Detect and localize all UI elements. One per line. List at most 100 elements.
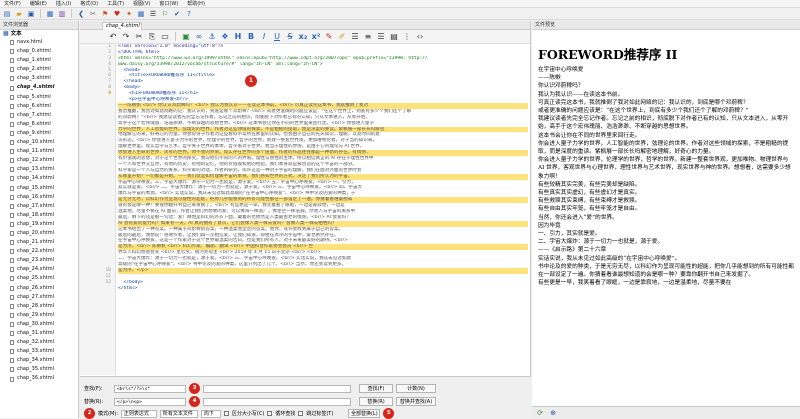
- anchor-icon[interactable]: ⚓: [207, 32, 217, 42]
- file-item[interactable]: chap_5.xhtml: [0, 93, 78, 102]
- underline-icon[interactable]: U: [272, 32, 282, 42]
- zoom-icon[interactable]: ⊕: [548, 408, 558, 418]
- file-item[interactable]: chap_7.xhtml: [0, 111, 78, 120]
- menu-item[interactable]: 帮助(H): [187, 0, 205, 7]
- refresh-icon[interactable]: ⟳: [535, 408, 545, 418]
- menu-item[interactable]: 窗口(W): [159, 0, 178, 7]
- file-item[interactable]: chap_29.xhtml: [0, 311, 78, 320]
- file-item[interactable]: chap_35.xhtml: [0, 365, 78, 374]
- split-icon[interactable]: ❖: [220, 32, 230, 42]
- align-center-icon[interactable]: ≡: [363, 32, 373, 42]
- file-item[interactable]: chap_9.xhtml: [0, 129, 78, 138]
- subscript-icon[interactable]: x₂: [298, 32, 308, 42]
- replace-find-button[interactable]: 替换并查找(A): [396, 397, 436, 406]
- file-item[interactable]: chap_23.xhtml: [0, 256, 78, 265]
- file-item[interactable]: chap_36.xhtml: [0, 374, 78, 383]
- help-icon[interactable]: ?: [184, 9, 194, 19]
- link-icon[interactable]: ∞: [194, 32, 204, 42]
- align-left-icon[interactable]: ☰: [350, 32, 360, 42]
- bookmark-icon[interactable]: ⚐: [160, 9, 170, 19]
- file-item[interactable]: chap_27.xhtml: [0, 293, 78, 302]
- cut-icon[interactable]: ✂: [134, 32, 144, 42]
- flag-icon[interactable]: ⚑: [100, 9, 110, 19]
- back-icon[interactable]: ❮: [76, 9, 86, 19]
- add-file-icon[interactable]: ▦: [45, 9, 55, 19]
- scope-select[interactable]: 所有文本文件: [159, 409, 198, 418]
- file-item[interactable]: chap_30.xhtml: [0, 320, 78, 329]
- replace-button[interactable]: 替换(R): [359, 397, 393, 406]
- replace-input[interactable]: </p>\n<p>: [114, 397, 186, 406]
- file-item[interactable]: chap_2.xhtml: [0, 65, 78, 74]
- file-item[interactable]: chap_31.xhtml: [0, 329, 78, 338]
- file-item[interactable]: chap_10.xhtml: [0, 138, 78, 147]
- file-item[interactable]: chap_0.xhtml: [0, 47, 78, 56]
- wrench-icon[interactable]: ✦: [124, 9, 134, 19]
- file-item[interactable]: chap_19.xhtml: [0, 220, 78, 229]
- file-item[interactable]: chap_4.xhtml: [0, 83, 78, 92]
- strike-icon[interactable]: S: [285, 32, 295, 42]
- count-button[interactable]: 计数(N): [396, 384, 436, 393]
- menu-item[interactable]: 插入(I): [56, 0, 71, 7]
- code-area[interactable]: 1 2 3 4 5 6 7 8 9 10 11 12 <?xml version="1.0" enco…: [80, 44, 530, 375]
- file-item[interactable]: chap_34.xhtml: [0, 356, 78, 365]
- brush-icon[interactable]: ✐: [337, 32, 347, 42]
- undo-icon[interactable]: ↶: [108, 32, 118, 42]
- superscript-icon[interactable]: x²: [311, 32, 321, 42]
- file-item[interactable]: chap_8.xhtml: [0, 120, 78, 129]
- find-input[interactable]: <br\s*/?>\s*: [114, 384, 186, 393]
- save-icon[interactable]: ▣: [26, 9, 36, 19]
- file-item[interactable]: chap_17.xhtml: [0, 202, 78, 211]
- file-item[interactable]: chap_22.xhtml: [0, 247, 78, 256]
- file-item[interactable]: chap_15.xhtml: [0, 184, 78, 193]
- book-icon[interactable]: ▥: [57, 9, 67, 19]
- menu-item[interactable]: 视图(V): [133, 0, 150, 7]
- file-item[interactable]: chap_14.xhtml: [0, 174, 78, 183]
- replace-history[interactable]: [203, 397, 351, 406]
- open-folder-icon[interactable]: ▰: [14, 9, 24, 19]
- file-item[interactable]: chap_26.xhtml: [0, 284, 78, 293]
- new-file-icon[interactable]: ▤: [2, 9, 12, 19]
- paste-icon[interactable]: ▭: [160, 32, 170, 42]
- find-history[interactable]: [203, 384, 351, 393]
- color-icon[interactable]: ✎: [324, 32, 334, 42]
- file-item[interactable]: chap_25.xhtml: [0, 274, 78, 283]
- file-item[interactable]: chap_11.xhtml: [0, 147, 78, 156]
- menu-item[interactable]: 编辑(E): [30, 0, 47, 7]
- italic-icon[interactable]: I: [259, 32, 269, 42]
- justify-icon[interactable]: ▤: [389, 32, 399, 42]
- file-item[interactable]: chap_16.xhtml: [0, 193, 78, 202]
- replace-all-button[interactable]: 全部替换(L): [348, 409, 381, 418]
- file-item[interactable]: chap_33.xhtml: [0, 347, 78, 356]
- heart-icon[interactable]: ♥: [112, 9, 122, 19]
- tags-checkbox[interactable]: [298, 411, 304, 416]
- find-button[interactable]: 查找(F): [359, 384, 393, 393]
- file-item[interactable]: chap_18.xhtml: [0, 211, 78, 220]
- file-item[interactable]: chap_28.xhtml: [0, 302, 78, 311]
- heading-icon[interactable]: H: [233, 32, 243, 42]
- tab-chap-4[interactable]: chap_4.xhtml: [102, 22, 142, 30]
- menu-item[interactable]: 文件(F): [4, 0, 21, 7]
- case-checkbox[interactable]: [223, 411, 229, 416]
- direction-select[interactable]: 向下: [200, 409, 221, 418]
- file-item[interactable]: chap_24.xhtml: [0, 265, 78, 274]
- list-icon[interactable]: ⋮: [402, 32, 412, 42]
- code-icon[interactable]: ‹›: [415, 32, 425, 42]
- mode-select[interactable]: 正则表达式: [120, 409, 157, 418]
- file-item[interactable]: chap_6.xhtml: [0, 102, 78, 111]
- file-item[interactable]: chap_13.xhtml: [0, 165, 78, 174]
- redo-icon[interactable]: ↷: [121, 32, 131, 42]
- file-item[interactable]: chap_21.xhtml: [0, 238, 78, 247]
- check-icon[interactable]: ✔: [172, 9, 182, 19]
- file-item[interactable]: navx.html: [0, 38, 78, 47]
- file-item[interactable]: chap_12.xhtml: [0, 156, 78, 165]
- copy-icon[interactable]: ⎘: [147, 32, 157, 42]
- menu-item[interactable]: 工具(T): [107, 0, 124, 7]
- image-icon[interactable]: ▣: [181, 32, 191, 42]
- file-item[interactable]: chap_3.xhtml: [0, 74, 78, 83]
- bold-icon[interactable]: B: [246, 32, 256, 42]
- align-right-icon[interactable]: ☰: [376, 32, 386, 42]
- wrap-checkbox[interactable]: [267, 411, 273, 416]
- file-item[interactable]: chap_32.xhtml: [0, 338, 78, 347]
- cut-icon[interactable]: ✂: [88, 9, 98, 19]
- tree-root-text[interactable]: ▦ 文本: [0, 30, 78, 38]
